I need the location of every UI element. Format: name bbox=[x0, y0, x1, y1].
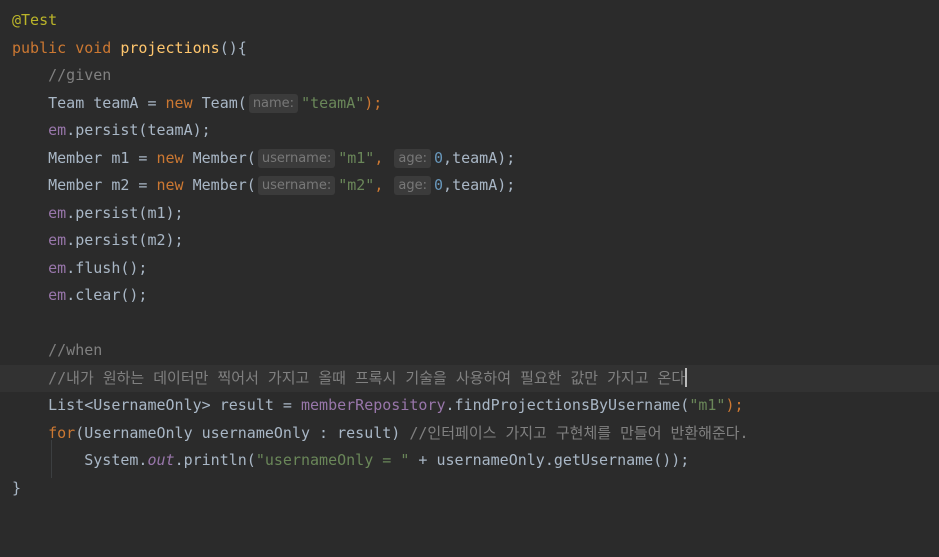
keyword-for: for bbox=[48, 423, 76, 442]
code-line-8[interactable]: em.persist(m1); bbox=[0, 200, 939, 228]
comment-korean: //내가 원하는 데이터만 찍어서 가지고 올때 프록시 기술을 사용하여 필요… bbox=[48, 368, 686, 387]
param-hint-age: age: bbox=[394, 148, 432, 168]
code-line-14-current[interactable]: //내가 원하는 데이터만 찍어서 가지고 올때 프록시 기술을 사용하여 필요… bbox=[0, 364, 939, 392]
team-ctor: Team( bbox=[192, 93, 247, 112]
em-field: em bbox=[48, 231, 67, 249]
method-modifiers: public void bbox=[12, 38, 112, 57]
code-editor[interactable]: @Test public void projections(){ //given… bbox=[0, 0, 939, 519]
team-decl: Team teamA = bbox=[48, 93, 166, 112]
println-open: .println( bbox=[174, 451, 256, 469]
code-line-16[interactable]: for(UsernameOnly usernameOnly : result) … bbox=[0, 420, 939, 448]
persist-teamA: .persist(teamA); bbox=[66, 121, 211, 139]
comma: , bbox=[374, 148, 384, 167]
code-line-6[interactable]: Member m1 = new Member(username: "m1", ag… bbox=[0, 145, 939, 173]
member-ctor: Member( bbox=[183, 148, 256, 167]
text-caret bbox=[685, 367, 688, 387]
string-username-prefix: "usernameOnly = " bbox=[255, 451, 410, 469]
close-semicolon: ); bbox=[364, 93, 383, 112]
concat-tail: + usernameOnly.getUsername()); bbox=[409, 451, 690, 469]
number-zero: 0 bbox=[434, 176, 444, 194]
keyword-new: new bbox=[165, 93, 193, 112]
param-hint-username: username: bbox=[257, 148, 336, 168]
method-open: (){ bbox=[219, 38, 247, 57]
string-m2: "m2" bbox=[338, 176, 375, 194]
static-out: out bbox=[147, 451, 175, 469]
comment-given: //given bbox=[48, 66, 112, 84]
clear-call: .clear(); bbox=[66, 286, 148, 304]
persist-m1: .persist(m1); bbox=[66, 203, 184, 222]
method-name: projections bbox=[120, 38, 220, 57]
keyword-new: new bbox=[156, 176, 184, 194]
code-line-7[interactable]: Member m2 = new Member(username: "m2", ag… bbox=[0, 172, 939, 200]
string-m1: "m1" bbox=[689, 396, 726, 414]
code-line-5[interactable]: em.persist(teamA); bbox=[0, 117, 939, 145]
member-m1-decl: Member m1 = bbox=[48, 148, 157, 167]
list-decl: List<UsernameOnly> result = bbox=[48, 396, 301, 414]
indent-guide bbox=[51, 440, 52, 478]
teamA-tail: ,teamA); bbox=[443, 176, 516, 194]
code-line-3[interactable]: //given bbox=[0, 62, 939, 90]
comma: , bbox=[374, 176, 384, 194]
code-line-17[interactable]: System.out.println("usernameOnly = " + u… bbox=[0, 447, 939, 475]
code-line-9[interactable]: em.persist(m2); bbox=[0, 227, 939, 255]
code-line-4[interactable]: Team teamA = new Team(name: "teamA"); bbox=[0, 90, 939, 118]
close-semicolon: ); bbox=[725, 396, 744, 414]
keyword-new: new bbox=[156, 148, 184, 167]
annotation-test: @Test bbox=[12, 11, 58, 29]
code-line-10[interactable]: em.flush(); bbox=[0, 255, 939, 283]
string-m1: "m1" bbox=[338, 148, 375, 167]
em-field: em bbox=[48, 258, 67, 277]
param-hint-username: username: bbox=[257, 176, 336, 195]
find-call: .findProjectionsByUsername( bbox=[445, 396, 690, 414]
code-line-12[interactable] bbox=[0, 310, 939, 338]
persist-m2: .persist(m2); bbox=[66, 231, 184, 249]
em-field: em bbox=[48, 203, 67, 222]
em-field: em bbox=[48, 121, 67, 139]
member-m2-decl: Member m2 = bbox=[48, 176, 157, 194]
number-zero: 0 bbox=[434, 148, 444, 167]
param-hint-age: age: bbox=[394, 176, 432, 195]
em-field: em bbox=[48, 286, 67, 304]
member-ctor: Member( bbox=[183, 176, 256, 194]
string-teamA: "teamA" bbox=[301, 93, 365, 112]
comment-interface: //인터페이스 가지고 구현체를 만들어 반환해준다. bbox=[409, 423, 749, 442]
code-line-13[interactable]: //when bbox=[0, 337, 939, 365]
closing-brace: } bbox=[12, 478, 22, 497]
repository-field: memberRepository bbox=[301, 396, 446, 414]
code-line-1[interactable]: @Test bbox=[0, 7, 939, 35]
param-hint-name: name: bbox=[248, 93, 299, 113]
code-line-15[interactable]: List<UsernameOnly> result = memberReposi… bbox=[0, 392, 939, 420]
comment-when: //when bbox=[48, 341, 103, 359]
code-line-2[interactable]: public void projections(){ bbox=[0, 35, 939, 63]
code-line-11[interactable]: em.clear(); bbox=[0, 282, 939, 310]
for-body: (UsernameOnly usernameOnly : result) bbox=[75, 423, 410, 442]
teamA-tail: ,teamA); bbox=[443, 148, 516, 167]
code-line-18[interactable]: } bbox=[0, 475, 939, 503]
system-class: System. bbox=[84, 451, 148, 469]
flush-call: .flush(); bbox=[66, 258, 148, 277]
